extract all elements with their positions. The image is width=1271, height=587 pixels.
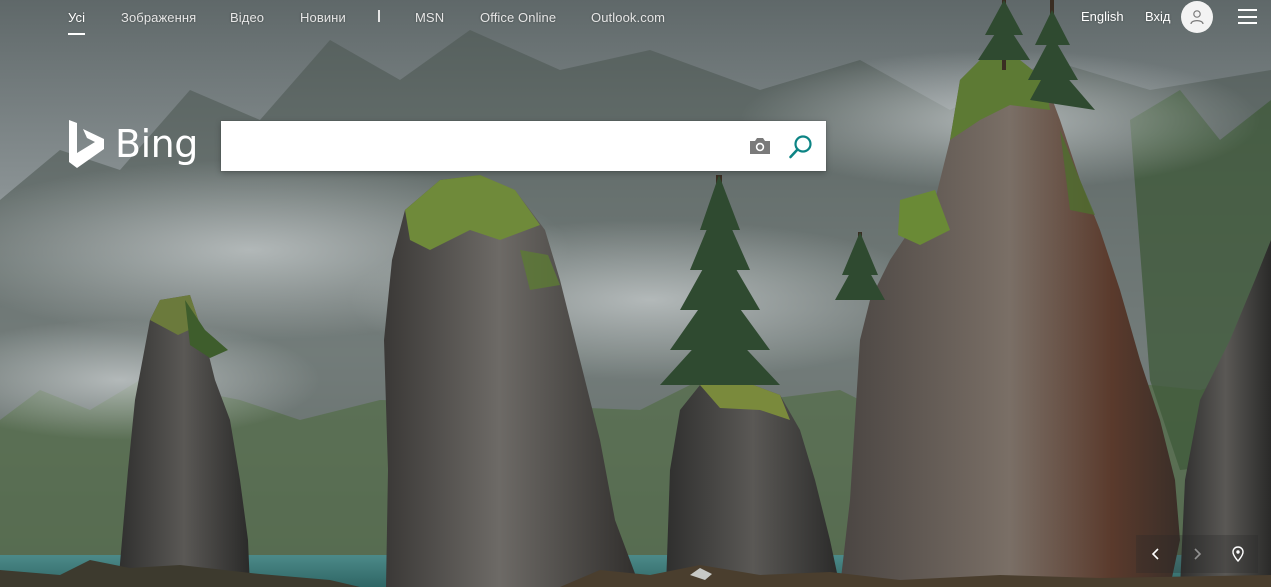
user-icon <box>1190 10 1204 25</box>
next-image-button[interactable] <box>1177 535 1217 573</box>
hamburger-menu-icon[interactable] <box>1238 9 1257 24</box>
nav-outlook[interactable]: Outlook.com <box>591 10 665 25</box>
user-avatar[interactable] <box>1181 1 1213 33</box>
nav-office-online[interactable]: Office Online <box>480 10 556 25</box>
chevron-left-icon <box>1151 548 1159 560</box>
visual-search-button[interactable] <box>748 134 772 158</box>
top-nav: Усі Зображення Відео Новини MSN Office O… <box>0 0 1271 40</box>
nav-msn[interactable]: MSN <box>415 10 444 25</box>
bing-logo-icon <box>69 120 104 168</box>
camera-icon <box>750 138 770 154</box>
chevron-right-icon <box>1194 548 1202 560</box>
nav-videos[interactable]: Відео <box>230 10 264 25</box>
nav-separator <box>378 10 380 22</box>
nav-images[interactable]: Зображення <box>121 10 196 25</box>
signin-link[interactable]: Вхід <box>1145 9 1171 24</box>
language-link[interactable]: English <box>1081 9 1124 24</box>
location-pin-icon <box>1232 546 1244 562</box>
background-image <box>0 0 1271 587</box>
bing-logo-text: Bing <box>115 122 198 166</box>
active-tab-indicator <box>68 33 85 35</box>
search-input[interactable] <box>233 121 733 171</box>
bing-logo[interactable]: Bing <box>68 118 198 170</box>
nav-all[interactable]: Усі <box>68 10 85 25</box>
image-controls <box>1136 535 1258 573</box>
search-icon <box>789 135 812 159</box>
nav-news[interactable]: Новини <box>300 10 346 25</box>
search-box <box>221 121 826 171</box>
image-location-button[interactable] <box>1218 535 1258 573</box>
search-button[interactable] <box>787 133 815 161</box>
previous-image-button[interactable] <box>1136 535 1176 573</box>
